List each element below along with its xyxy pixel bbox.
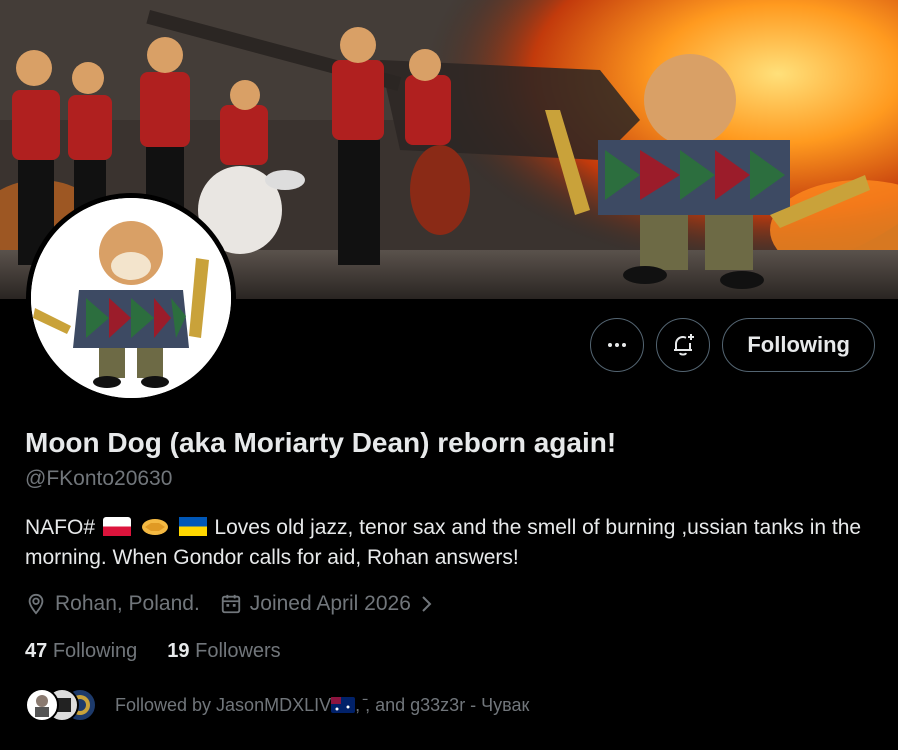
location-text: Rohan, Poland. (55, 592, 200, 615)
chevron-right-icon (422, 596, 432, 612)
follower-avatar (25, 688, 59, 722)
join-date[interactable]: Joined April 2026 (220, 592, 435, 616)
bell-plus-icon (674, 334, 695, 356)
notifications-button[interactable] (656, 318, 711, 372)
followed-by[interactable]: Followed by JasonMDXLIV , ̄, and g33z3r -… (25, 688, 529, 722)
followed-by-text: Followed by JasonMDXLIV , ̄, and g33z3r -… (115, 695, 529, 716)
follow-stats: 47 Following 19 Followers (25, 640, 281, 663)
australia-flag-icon (331, 696, 356, 713)
bio-hashtag[interactable]: NAFO# (25, 516, 95, 539)
profile-actions: Following (590, 318, 875, 372)
follower-avatars (25, 688, 97, 722)
profile-bio: NAFO# Loves old jazz, tenor sax and the … (25, 513, 885, 573)
join-date-text: Joined April 2026 (249, 592, 411, 615)
followed-by-prefix: Followed by JasonMDXLIV (115, 694, 332, 715)
followers-link[interactable]: 19 Followers (167, 640, 280, 663)
user-handle: @FKonto20630 (25, 467, 173, 490)
location: Rohan, Poland. (25, 592, 200, 616)
poland-flag-icon (102, 517, 131, 536)
following-link[interactable]: 47 Following (25, 640, 137, 663)
more-dots-icon (608, 343, 627, 347)
avatar-image (31, 198, 231, 398)
more-button[interactable] (590, 318, 645, 372)
location-pin-icon (28, 593, 44, 615)
ukraine-flag-icon (178, 517, 207, 536)
following-button[interactable]: Following (722, 318, 875, 372)
following-label: Following (52, 640, 138, 662)
followers-label: Followers (195, 640, 281, 662)
profile-meta: Rohan, Poland. Joined April 2026 (25, 592, 435, 616)
handshake-icon (141, 519, 168, 535)
profile-avatar[interactable] (26, 193, 236, 403)
following-count: 47 (25, 640, 48, 662)
calendar-icon (221, 594, 240, 614)
display-name: Moon Dog (aka Moriarty Dean) reborn agai… (25, 427, 617, 458)
followers-count: 19 (167, 640, 190, 662)
followed-by-suffix: , ̄, and g33z3r - Чувак (355, 694, 530, 715)
